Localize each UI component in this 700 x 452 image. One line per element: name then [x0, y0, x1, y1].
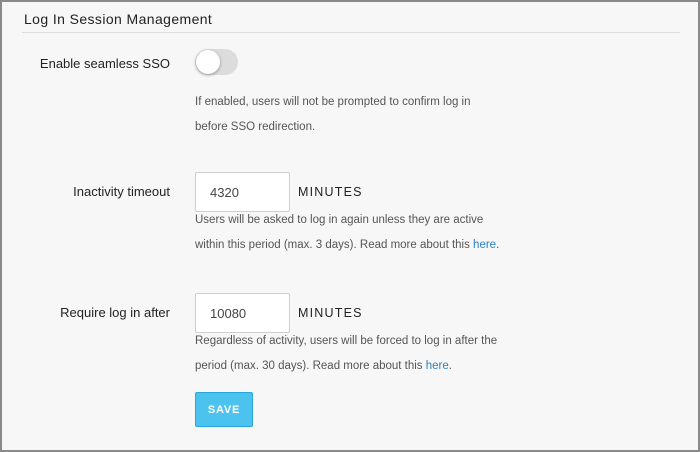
require-login-read-more-link[interactable]: here [426, 360, 449, 372]
require-login-help-text: Regardless of activity, users will be fo… [195, 329, 505, 379]
session-settings-panel: Log In Session Management Enable seamles… [0, 0, 700, 452]
inactivity-help-text: Users will be asked to log in again unle… [195, 208, 505, 258]
require-login-label: Require log in after [60, 305, 170, 320]
require-login-unit: MINUTES [298, 306, 363, 320]
sso-label: Enable seamless SSO [39, 56, 170, 71]
require-login-input[interactable] [195, 293, 290, 333]
inactivity-timeout-label: Inactivity timeout [73, 184, 170, 199]
inactivity-help-suffix: . [496, 239, 500, 251]
save-button[interactable]: SAVE [195, 392, 253, 427]
sso-help-text: If enabled, users will not be prompted t… [195, 96, 471, 133]
inactivity-help-body: Users will be asked to log in again unle… [195, 214, 484, 251]
inactivity-read-more-link[interactable]: here [473, 239, 496, 251]
inactivity-timeout-unit: MINUTES [298, 185, 363, 199]
section-title: Log In Session Management [24, 11, 213, 27]
inactivity-timeout-input[interactable] [195, 172, 290, 212]
require-login-help-suffix: . [448, 360, 452, 372]
title-divider [22, 32, 680, 33]
sso-toggle[interactable] [195, 49, 238, 75]
toggle-knob [196, 50, 220, 74]
